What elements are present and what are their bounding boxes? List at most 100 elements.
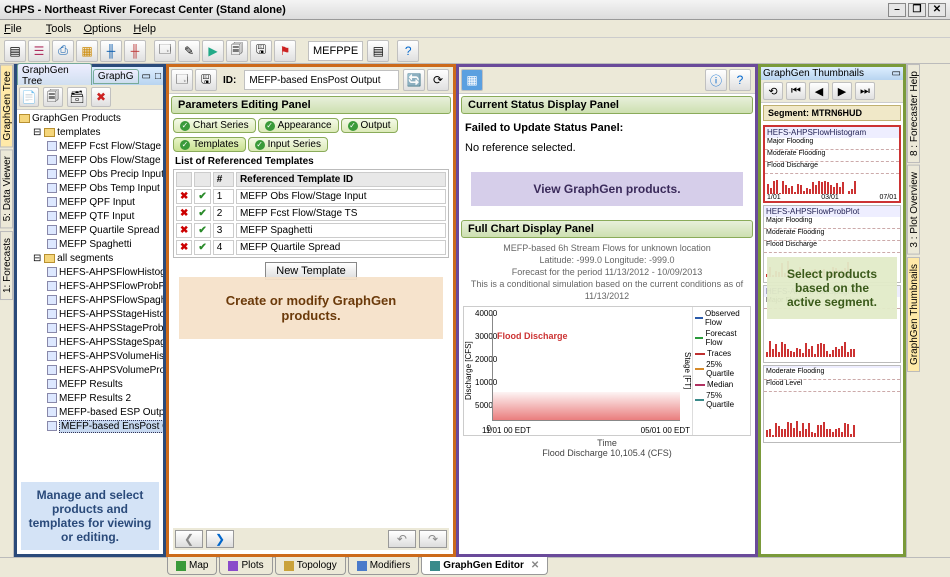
delete-icon[interactable]: ✖: [180, 208, 188, 219]
confirm-icon[interactable]: ✔: [198, 208, 206, 219]
editor-tool-2[interactable]: 🖫: [195, 69, 217, 91]
redo-button[interactable]: ↷: [419, 530, 447, 548]
tree-tool-3[interactable]: 🗃: [67, 87, 87, 107]
thumbs-first-icon[interactable]: ⏮: [786, 82, 806, 100]
toolbar-btn-2[interactable]: ☰: [28, 40, 50, 62]
menu-options[interactable]: Options: [83, 23, 121, 35]
tree-item[interactable]: MEFP QTF Input: [19, 210, 161, 224]
tree-item[interactable]: MEFP Obs Temp Input: [19, 182, 161, 196]
toolbar-btn-4[interactable]: ▦: [76, 40, 98, 62]
tree-item-selected[interactable]: MEFP-based EnsPost O: [19, 420, 161, 434]
display-info-icon[interactable]: ⓘ: [705, 69, 727, 91]
sidetab-plot-overview[interactable]: 3 : Plot Overview: [907, 165, 920, 255]
close-button[interactable]: ✕: [928, 3, 946, 17]
panel-minimize-icon[interactable]: ▭: [140, 71, 153, 82]
tab-output[interactable]: ✓Output: [341, 118, 398, 133]
nav-fwd-button[interactable]: ❯: [206, 530, 234, 548]
sidetab-forecasts[interactable]: 1: Forecasts: [0, 231, 13, 300]
confirm-icon[interactable]: ✔: [198, 191, 206, 202]
thumbnail-card[interactable]: Moderate FloodingFlood Level: [763, 365, 901, 443]
confirm-icon[interactable]: ✔: [198, 242, 206, 253]
tree-item[interactable]: MEFP-based ESP Outpu: [19, 406, 161, 420]
tree-item[interactable]: HEFS-AHPSStageHistogr: [19, 308, 161, 322]
toolbar-help-icon[interactable]: ?: [397, 40, 419, 62]
id-field[interactable]: MEFP-based EnsPost Output: [244, 70, 399, 90]
tree-item[interactable]: MEFP QPF Input: [19, 196, 161, 210]
sidetab-graphgen-thumbnails[interactable]: GraphGen Thumbnails: [907, 257, 920, 372]
tree-tool-4[interactable]: ✖: [91, 87, 111, 107]
toolbar-btn-11[interactable]: 🖫: [250, 40, 272, 62]
delete-icon[interactable]: ✖: [180, 191, 188, 202]
toolbar-btn-6[interactable]: ╫: [124, 40, 146, 62]
thumbs-last-icon[interactable]: ⏭: [855, 82, 875, 100]
tree-item[interactable]: MEFP Quartile Spread: [19, 224, 161, 238]
tree-root[interactable]: GraphGen Products: [19, 112, 161, 126]
display-help-icon[interactable]: ?: [729, 69, 751, 91]
delete-icon[interactable]: ✖: [180, 242, 188, 253]
display-tool-1[interactable]: ▦: [461, 69, 483, 91]
tab-input-series[interactable]: ✓Input Series: [248, 137, 328, 152]
toolbar-btn-5[interactable]: ╫: [100, 40, 122, 62]
tree-item[interactable]: HEFS-AHPSVolumeHisto: [19, 350, 161, 364]
tree-item[interactable]: HEFS-AHPSStageProbPlo: [19, 322, 161, 336]
tab-graphg[interactable]: GraphG: [93, 69, 139, 84]
tree-item[interactable]: MEFP Fcst Flow/Stage TS: [19, 140, 161, 154]
toolbar-btn-9[interactable]: ▶: [202, 40, 224, 62]
menu-tools[interactable]: Tools: [46, 23, 72, 35]
sidetab-data-viewer[interactable]: 5: Data Viewer: [0, 149, 13, 228]
table-row[interactable]: ✖✔4MEFP Quartile Spread: [176, 240, 446, 255]
bottom-tab-modifiers[interactable]: Modifiers: [348, 557, 420, 575]
tree-item[interactable]: MEFP Obs Flow/Stage In: [19, 154, 161, 168]
tree-item[interactable]: HEFS-AHPSFlowHistogra: [19, 266, 161, 280]
editor-tool-3[interactable]: 🔄: [403, 69, 425, 91]
menu-help[interactable]: Help: [133, 23, 156, 35]
toolbar-btn-3[interactable]: ⎙: [52, 40, 74, 62]
tree-item[interactable]: HEFS-AHPSVolumeProb: [19, 364, 161, 378]
tree-item[interactable]: MEFP Obs Precip Input: [19, 168, 161, 182]
bottom-tab-topology[interactable]: Topology: [275, 557, 346, 575]
bottom-tab-plots[interactable]: Plots: [219, 557, 272, 575]
editor-tool-1[interactable]: 🗔: [171, 69, 193, 91]
tree-item[interactable]: MEFP Spaghetti: [19, 238, 161, 252]
table-row[interactable]: ✖✔3MEFP Spaghetti: [176, 223, 446, 238]
toolbar-btn-flag[interactable]: ⚑: [274, 40, 296, 62]
editor-tool-4[interactable]: ⟳: [427, 69, 449, 91]
bottom-tab-graphgen-editor[interactable]: GraphGen Editor✕: [421, 557, 548, 575]
tree-tool-1[interactable]: 📄: [19, 87, 39, 107]
table-row[interactable]: ✖✔2MEFP Fcst Flow/Stage TS: [176, 206, 446, 221]
toolbar-btn-1[interactable]: ▤: [4, 40, 26, 62]
toolbar-combo[interactable]: MEFPPE: [308, 41, 363, 61]
tree-folder-segments[interactable]: ⊟ all segments: [19, 252, 161, 266]
toolbar-btn-10[interactable]: 🗐: [226, 40, 248, 62]
tab-chart-series[interactable]: ✓Chart Series: [173, 118, 256, 133]
maximize-button[interactable]: ❐: [908, 3, 926, 17]
thumbs-home-icon[interactable]: ⟲: [763, 82, 783, 100]
tree-item[interactable]: HEFS-AHPSFlowProbPlo: [19, 280, 161, 294]
toolbar-btn-12[interactable]: ▤: [367, 40, 389, 62]
minimize-button[interactable]: –: [888, 3, 906, 17]
thumbs-prev-icon[interactable]: ◀: [809, 82, 829, 100]
tree-item[interactable]: MEFP Results: [19, 378, 161, 392]
sidetab-graphgen-tree[interactable]: GraphGen Tree: [0, 64, 13, 147]
menu-file[interactable]: File: [4, 23, 34, 35]
bottom-tab-map[interactable]: Map: [167, 557, 217, 575]
undo-button[interactable]: ↶: [388, 530, 416, 548]
thumbs-next-icon[interactable]: ▶: [832, 82, 852, 100]
nav-back-button[interactable]: ❮: [175, 530, 203, 548]
tree-item[interactable]: MEFP Results 2: [19, 392, 161, 406]
thumbs-dock-icon[interactable]: ▭: [892, 68, 901, 79]
toolbar-btn-8[interactable]: ✎: [178, 40, 200, 62]
table-row[interactable]: ✖✔1MEFP Obs Flow/Stage Input: [176, 189, 446, 204]
delete-icon[interactable]: ✖: [180, 225, 188, 236]
tree-tool-2[interactable]: 🗐: [43, 87, 63, 107]
close-icon[interactable]: ✕: [531, 560, 539, 571]
sidetab-forecaster-help[interactable]: 8 : Forecaster Help: [907, 64, 920, 163]
tree-folder-templates[interactable]: ⊟ templates: [19, 126, 161, 140]
thumbnail-card[interactable]: HEFS-AHPSFlowHistogramMajor FloodingMode…: [763, 125, 901, 203]
confirm-icon[interactable]: ✔: [198, 225, 206, 236]
tree-item[interactable]: HEFS-AHPSFlowSpaghet: [19, 294, 161, 308]
tab-appearance[interactable]: ✓Appearance: [258, 118, 339, 133]
panel-close-icon[interactable]: □: [153, 71, 163, 82]
tab-templates[interactable]: ✓Templates: [173, 137, 246, 152]
tree-item[interactable]: HEFS-AHPSStageSpaghe: [19, 336, 161, 350]
